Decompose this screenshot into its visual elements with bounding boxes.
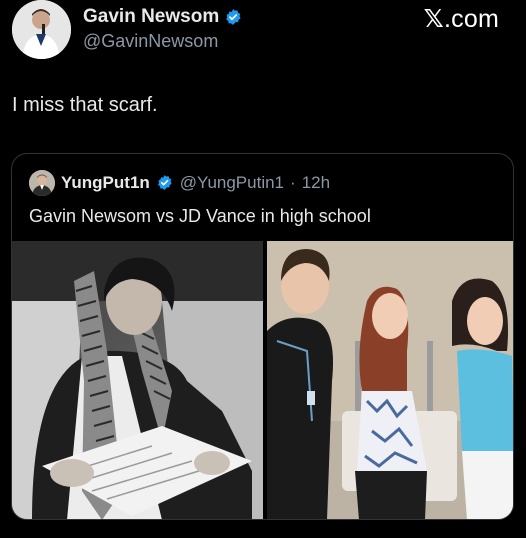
x-brand-logo: 𝕏.com — [424, 4, 499, 34]
quote-verified-badge-icon — [156, 174, 174, 192]
quote-timestamp[interactable]: 12h — [302, 173, 330, 193]
author-handle[interactable]: @GavinNewsom — [83, 31, 218, 52]
author-header: Gavin Newsom — [83, 6, 242, 28]
tweet-text: I miss that scarf. — [12, 94, 158, 116]
author-avatar[interactable] — [12, 0, 71, 59]
quote-media-photo-left[interactable] — [12, 241, 263, 519]
quote-separator: · — [290, 173, 296, 192]
quote-author-avatar[interactable] — [29, 170, 55, 196]
verified-badge-icon — [224, 8, 242, 26]
quote-header: YungPut1n @YungPutin1 · 12h — [29, 170, 330, 196]
author-display-name[interactable]: Gavin Newsom — [83, 6, 219, 28]
quote-handle[interactable]: @YungPutin1 — [180, 173, 284, 193]
quote-media-photo-right[interactable] — [267, 241, 513, 519]
quote-text: Gavin Newsom vs JD Vance in high school — [29, 206, 371, 226]
quote-display-name[interactable]: YungPut1n — [61, 173, 150, 193]
brand-label: .com — [444, 5, 499, 33]
post: Gavin Newsom @GavinNewsom 𝕏.com I miss t… — [0, 0, 526, 538]
x-logo-icon: 𝕏 — [423, 4, 445, 33]
quoted-tweet-card[interactable]: YungPut1n @YungPutin1 · 12h Gavin Newsom… — [11, 153, 514, 520]
